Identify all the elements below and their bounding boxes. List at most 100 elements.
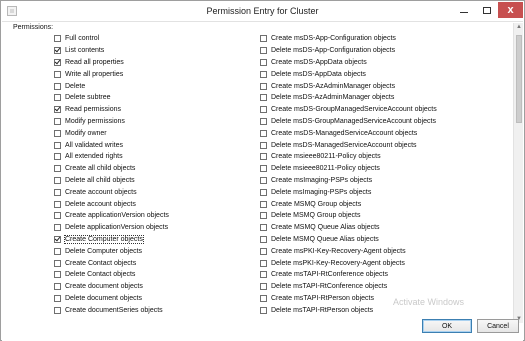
permission-row[interactable]: Read permissions: [54, 104, 169, 116]
permission-checkbox[interactable]: [54, 271, 61, 279]
title-bar[interactable]: Permission Entry for Cluster x: [1, 1, 524, 21]
permission-row[interactable]: Delete Computer objects: [54, 245, 169, 257]
permission-row[interactable]: Delete msImaging-PSPs objects: [260, 186, 437, 198]
permission-row[interactable]: Delete: [54, 80, 169, 92]
permission-row[interactable]: Delete msDS-AppData objects: [260, 68, 437, 80]
vertical-scrollbar[interactable]: ▲ ▼: [513, 23, 523, 323]
permission-row[interactable]: Delete applicationVersion objects: [54, 222, 169, 234]
permission-row[interactable]: Delete account objects: [54, 198, 169, 210]
ok-button[interactable]: OK: [422, 319, 472, 333]
permission-checkbox[interactable]: [260, 47, 267, 55]
maximize-button[interactable]: [476, 2, 498, 18]
permission-row[interactable]: Create msDS-ManagedServiceAccount object…: [260, 127, 437, 139]
permission-row[interactable]: Delete document objects: [54, 293, 169, 305]
permission-checkbox[interactable]: [260, 212, 267, 220]
permission-row[interactable]: Delete msDS-GroupManagedServiceAccount o…: [260, 116, 437, 128]
permission-checkbox[interactable]: [260, 141, 267, 149]
permission-checkbox[interactable]: [54, 176, 61, 184]
permission-checkbox[interactable]: [54, 106, 61, 114]
permission-row[interactable]: Delete subtree: [54, 92, 169, 104]
permission-checkbox[interactable]: [260, 129, 267, 137]
permission-row[interactable]: Delete msieee80211-Policy objects: [260, 163, 437, 175]
permission-row[interactable]: Read all properties: [54, 57, 169, 69]
permission-checkbox[interactable]: [54, 47, 61, 55]
permission-checkbox[interactable]: [54, 94, 61, 102]
permission-checkbox[interactable]: [260, 94, 267, 102]
permission-row[interactable]: All extended rights: [54, 151, 169, 163]
permission-row[interactable]: Write all properties: [54, 68, 169, 80]
permission-row[interactable]: Create MSMQ Queue Alias objects: [260, 222, 437, 234]
permission-row[interactable]: Create document objects: [54, 281, 169, 293]
permission-row[interactable]: Delete all child objects: [54, 175, 169, 187]
permission-row[interactable]: Modify owner: [54, 127, 169, 139]
permission-checkbox[interactable]: [260, 188, 267, 196]
permission-checkbox[interactable]: [260, 70, 267, 78]
permission-checkbox[interactable]: [54, 58, 61, 66]
permission-checkbox[interactable]: [260, 82, 267, 90]
permission-checkbox[interactable]: [54, 153, 61, 161]
permission-checkbox[interactable]: [54, 283, 61, 291]
permission-checkbox[interactable]: [260, 117, 267, 125]
permission-checkbox[interactable]: [260, 306, 267, 314]
permission-row[interactable]: Create msTAPI-RtPerson objects: [260, 293, 437, 305]
permission-row[interactable]: Create msDS-AzAdminManager objects: [260, 80, 437, 92]
permission-checkbox[interactable]: [260, 235, 267, 243]
permission-checkbox[interactable]: [54, 212, 61, 220]
permission-checkbox[interactable]: [260, 35, 267, 43]
permission-checkbox[interactable]: [54, 117, 61, 125]
permission-checkbox[interactable]: [260, 106, 267, 114]
permission-row[interactable]: Delete msTAPI-RtConference objects: [260, 281, 437, 293]
permission-row[interactable]: All validated writes: [54, 139, 169, 151]
permission-checkbox[interactable]: [54, 129, 61, 137]
permission-row[interactable]: Delete msPKI-Key-Recovery-Agent objects: [260, 257, 437, 269]
permission-row[interactable]: Delete msDS-ManagedServiceAccount object…: [260, 139, 437, 151]
permission-row[interactable]: Create msTAPI-RtConference objects: [260, 269, 437, 281]
permission-checkbox[interactable]: [54, 306, 61, 314]
permission-row[interactable]: Create msDS-AppData objects: [260, 57, 437, 69]
permission-checkbox[interactable]: [54, 165, 61, 173]
scrollbar-thumb[interactable]: [516, 35, 522, 123]
permission-row[interactable]: Create Contact objects: [54, 257, 169, 269]
permission-row[interactable]: Create documentSeries objects: [54, 304, 169, 316]
permission-checkbox[interactable]: [54, 259, 61, 267]
permission-checkbox[interactable]: [260, 165, 267, 173]
permission-row[interactable]: Delete msDS-AzAdminManager objects: [260, 92, 437, 104]
permission-checkbox[interactable]: [260, 224, 267, 232]
scroll-up-icon[interactable]: ▲: [516, 24, 522, 30]
permission-row[interactable]: Full control: [54, 33, 169, 45]
permission-row[interactable]: Create MSMQ Group objects: [260, 198, 437, 210]
permission-checkbox[interactable]: [54, 200, 61, 208]
permission-checkbox[interactable]: [260, 58, 267, 66]
minimize-button[interactable]: [452, 2, 476, 18]
permission-row[interactable]: Create Computer objects: [54, 234, 169, 246]
permission-checkbox[interactable]: [260, 283, 267, 291]
permission-checkbox[interactable]: [260, 153, 267, 161]
permission-checkbox[interactable]: [260, 294, 267, 302]
permission-checkbox[interactable]: [54, 224, 61, 232]
permission-checkbox[interactable]: [260, 247, 267, 255]
permission-row[interactable]: Create msieee80211-Policy objects: [260, 151, 437, 163]
permission-checkbox[interactable]: [54, 82, 61, 90]
permission-row[interactable]: Create msDS-App-Configuration objects: [260, 33, 437, 45]
close-button[interactable]: x: [498, 2, 523, 18]
permission-row[interactable]: Create applicationVersion objects: [54, 210, 169, 222]
permission-row[interactable]: List contents: [54, 45, 169, 57]
permission-row[interactable]: Modify permissions: [54, 116, 169, 128]
permission-row[interactable]: Delete MSMQ Queue Alias objects: [260, 234, 437, 246]
permission-checkbox[interactable]: [54, 141, 61, 149]
permission-checkbox[interactable]: [260, 176, 267, 184]
permission-row[interactable]: Delete MSMQ Group objects: [260, 210, 437, 222]
permission-checkbox[interactable]: [54, 294, 61, 302]
permission-checkbox[interactable]: [54, 247, 61, 255]
permission-row[interactable]: Create account objects: [54, 186, 169, 198]
permission-checkbox[interactable]: [54, 35, 61, 43]
permission-row[interactable]: Delete Contact objects: [54, 269, 169, 281]
permission-row[interactable]: Create all child objects: [54, 163, 169, 175]
permission-row[interactable]: Delete msTAPI-RtPerson objects: [260, 304, 437, 316]
permission-row[interactable]: Delete msDS-App-Configuration objects: [260, 45, 437, 57]
permission-checkbox[interactable]: [260, 200, 267, 208]
permission-checkbox[interactable]: [260, 271, 267, 279]
permission-checkbox[interactable]: [260, 259, 267, 267]
permission-row[interactable]: Create msDS-GroupManagedServiceAccount o…: [260, 104, 437, 116]
cancel-button[interactable]: Cancel: [477, 319, 519, 333]
